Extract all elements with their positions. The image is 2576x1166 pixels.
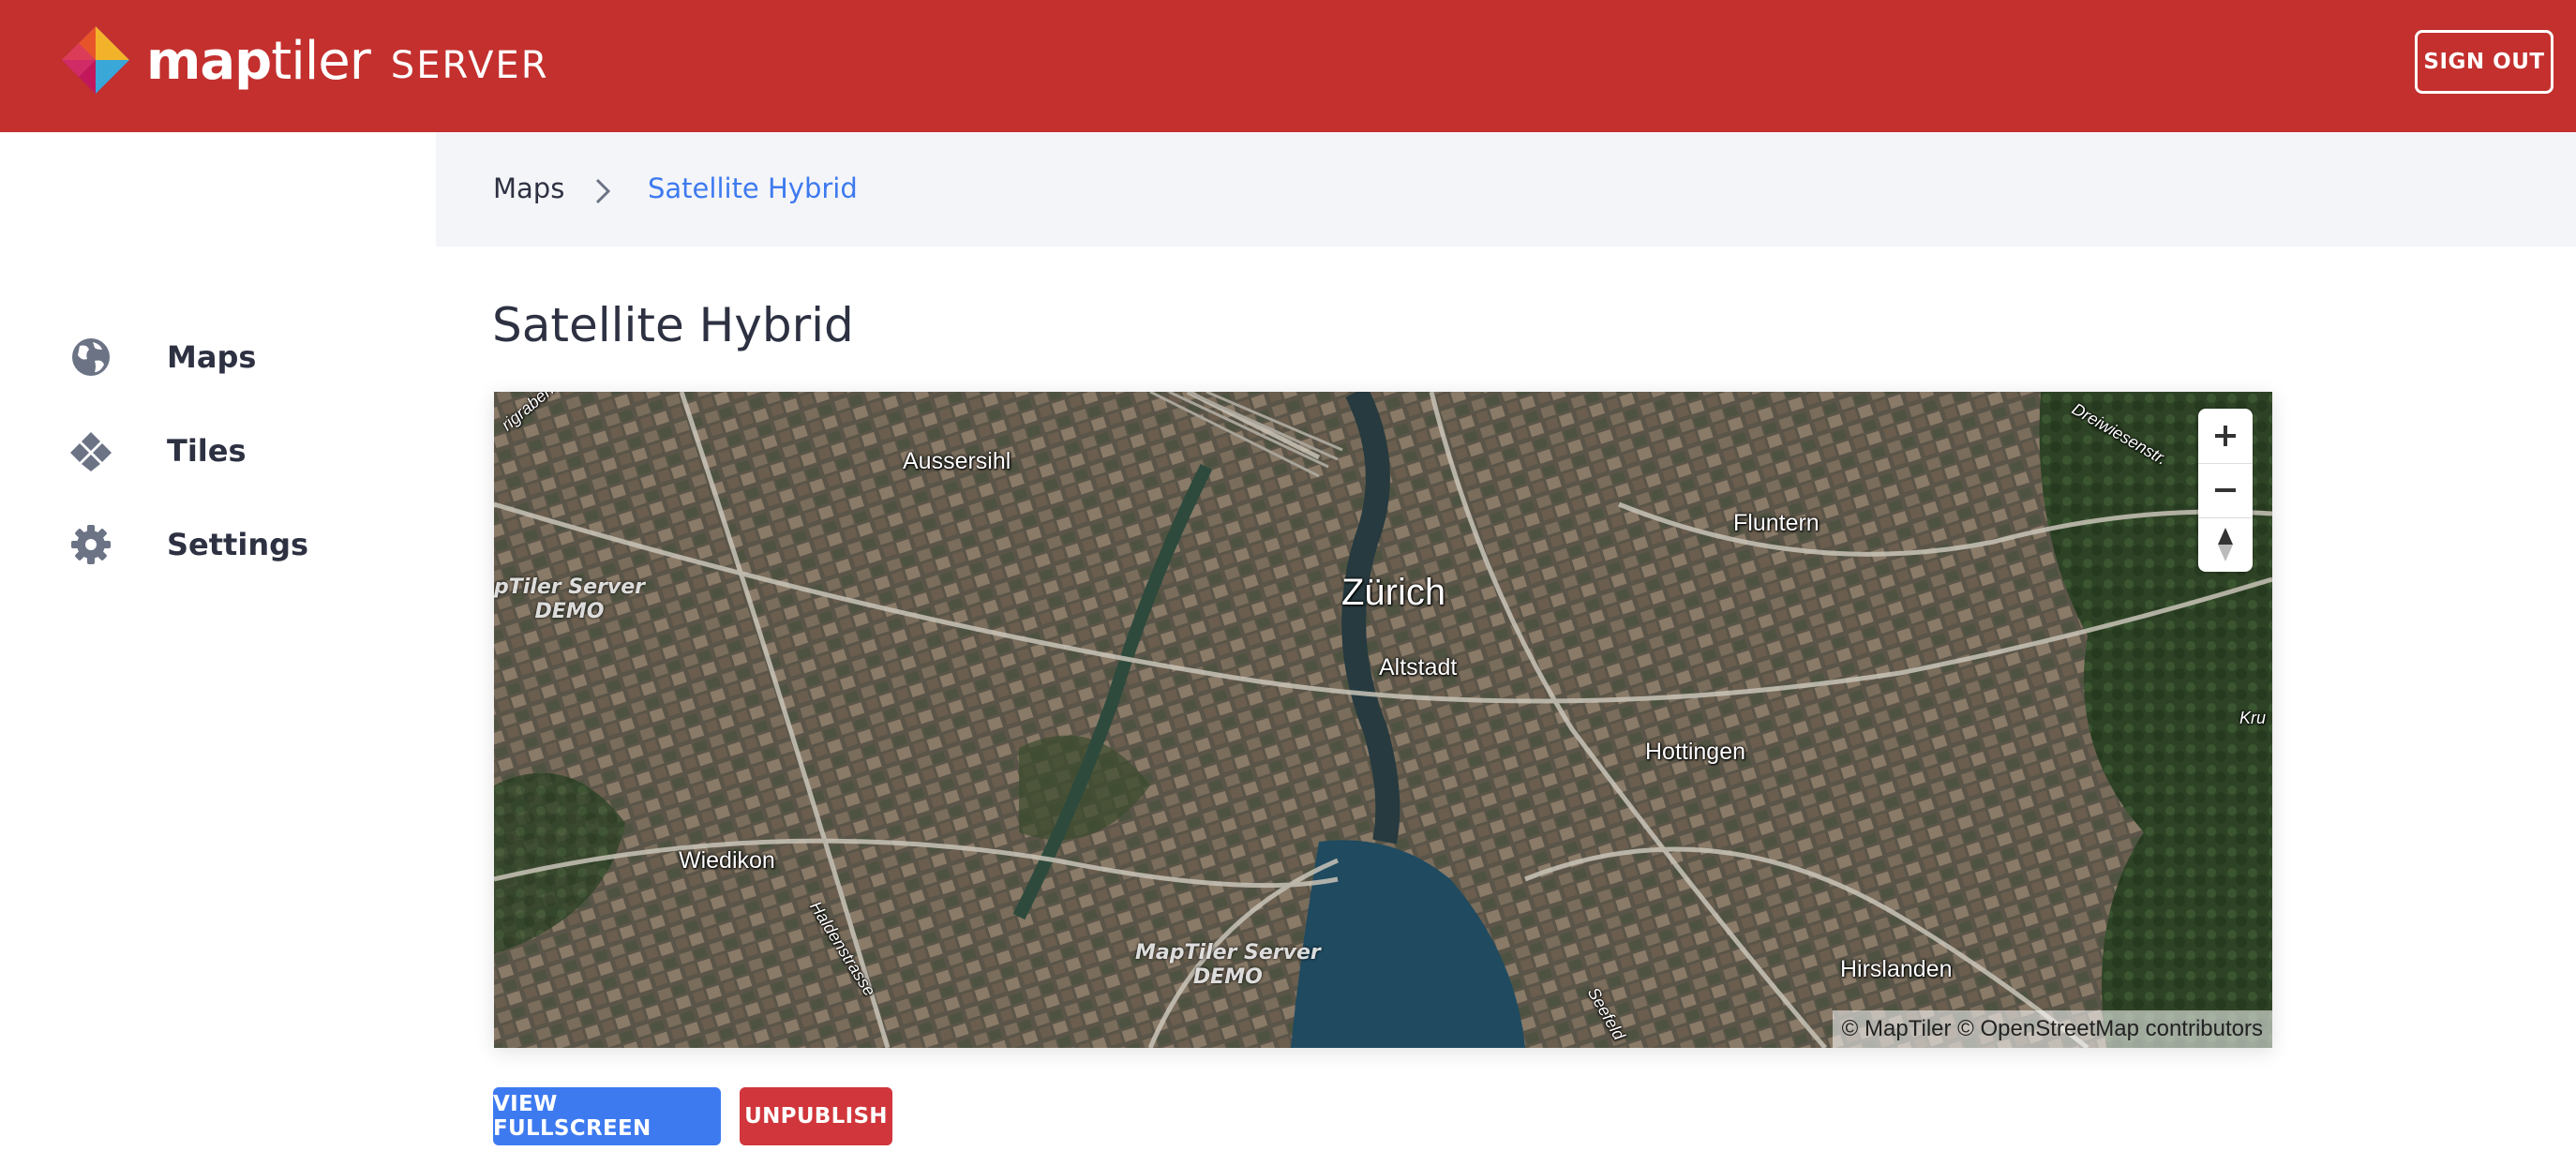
satellite-imagery xyxy=(494,392,2272,1048)
map-viewer[interactable]: Aussersihl Zürich Altstadt Fluntern Hott… xyxy=(494,392,2272,1048)
map-zoom-control xyxy=(2198,409,2253,572)
zoom-in-button[interactable] xyxy=(2198,409,2253,463)
plus-icon xyxy=(2215,426,2236,446)
sidebar-item-label: Settings xyxy=(167,527,309,562)
brand-wordmark: maptiler SERVER xyxy=(146,24,549,99)
map-label-hirslanden: Hirslanden xyxy=(1840,956,1953,982)
reset-north-button[interactable] xyxy=(2198,517,2253,572)
watermark-line2: DEMO xyxy=(534,600,605,623)
watermark-line2: DEMO xyxy=(1192,965,1263,989)
breadcrumb-current[interactable]: Satellite Hybrid xyxy=(648,172,858,204)
gear-icon xyxy=(69,523,112,566)
demo-watermark-left: pTiler Server DEMO xyxy=(494,576,645,624)
unpublish-button[interactable]: UNPUBLISH xyxy=(740,1087,892,1145)
breadcrumb-link-maps[interactable]: Maps xyxy=(493,172,564,204)
minus-icon xyxy=(2215,488,2236,492)
tiles-icon xyxy=(69,429,112,472)
chevron-right-icon xyxy=(592,176,613,206)
map-label-hottingen: Hottingen xyxy=(1645,739,1746,765)
zoom-out-button[interactable] xyxy=(2198,463,2253,517)
map-label-zurich: Zürich xyxy=(1341,572,1446,613)
top-header: maptiler SERVER SIGN OUT xyxy=(0,0,2576,132)
brand-name-bold: map xyxy=(146,31,272,92)
globe-icon xyxy=(69,336,112,379)
sidebar: Maps Tiles Settings xyxy=(0,132,436,1166)
demo-watermark-center: MapTiler Server DEMO xyxy=(1135,941,1321,990)
map-street-kru: Kru xyxy=(2239,709,2267,727)
page-title: Satellite Hybrid xyxy=(492,298,854,352)
brand-name-light: tiler xyxy=(271,31,371,92)
maptiler-logo-icon[interactable] xyxy=(60,24,131,99)
watermark-line1: pTiler Server xyxy=(494,576,645,599)
map-label-altstadt: Altstadt xyxy=(1379,654,1458,680)
map-attribution[interactable]: © MapTiler © OpenStreetMap contributors xyxy=(1832,1010,2272,1048)
sidebar-item-label: Tiles xyxy=(167,433,247,469)
sidebar-item-label: Maps xyxy=(167,339,257,375)
map-label-aussersihl: Aussersihl xyxy=(903,448,1011,474)
compass-icon xyxy=(2218,528,2233,561)
map-label-fluntern: Fluntern xyxy=(1733,510,1820,536)
watermark-line1: MapTiler Server xyxy=(1135,941,1321,964)
brand-name: maptiler xyxy=(146,36,371,88)
sidebar-item-settings[interactable]: Settings xyxy=(69,516,426,573)
view-fullscreen-button[interactable]: VIEW FULLSCREEN xyxy=(493,1087,721,1145)
sidebar-item-tiles[interactable]: Tiles xyxy=(69,423,426,479)
sidebar-item-maps[interactable]: Maps xyxy=(69,329,426,385)
map-label-wiedikon: Wiedikon xyxy=(679,847,775,874)
brand-product: SERVER xyxy=(390,44,549,87)
sign-out-button[interactable]: SIGN OUT xyxy=(2415,30,2554,94)
